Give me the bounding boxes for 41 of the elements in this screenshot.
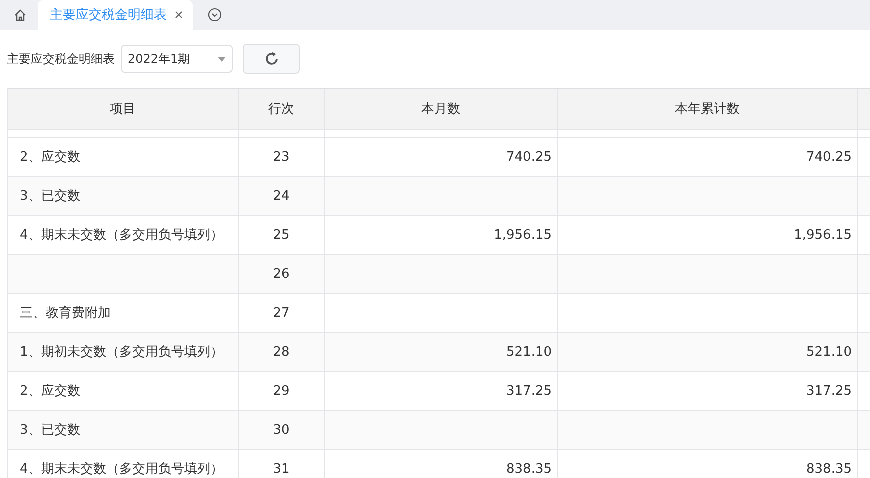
- period-select[interactable]: 2022年1期: [121, 45, 233, 73]
- table-cell: 31: [239, 450, 325, 478]
- column-header: 项目: [8, 89, 239, 129]
- column-header: 本年累计数: [558, 89, 858, 129]
- tab[interactable]: 主要应交税金明细表: [38, 0, 193, 30]
- table-cell: 317.25: [325, 372, 558, 410]
- table-cell: 740.25: [325, 138, 558, 176]
- tab-label[interactable]: 主要应交税金明细表: [50, 6, 167, 24]
- table-cell: 521.10: [558, 333, 858, 371]
- table-cell: 4、期末未交数（多交用负号填列）: [8, 450, 239, 478]
- table-cell: 1,956.15: [558, 216, 858, 254]
- home-icon: [14, 8, 26, 22]
- table-cell: 4、期末未交数（多交用负号填列）: [8, 216, 239, 254]
- table-cell: 3、已交数: [8, 411, 239, 449]
- table-cell: 三、教育费附加: [8, 294, 239, 332]
- table-cell: 3、已交数: [8, 177, 239, 215]
- dropdown-icon[interactable]: [208, 8, 222, 22]
- table-cell: 24: [239, 177, 325, 215]
- column-header: 行次: [239, 89, 325, 129]
- table-cell: 30: [239, 411, 325, 449]
- table-cell: 27: [239, 294, 325, 332]
- table-cell: 521.10: [325, 333, 558, 371]
- table-cell: 25: [239, 216, 325, 254]
- table-cell: 29: [239, 372, 325, 410]
- table-cell: 740.25: [558, 138, 858, 176]
- table-cell: 317.25: [558, 372, 858, 410]
- caret-icon: [218, 56, 226, 62]
- refresh-icon: [264, 51, 280, 67]
- table-cell: 2、应交数: [8, 138, 239, 176]
- table-cell: 2、应交数: [8, 372, 239, 410]
- table-cell: 1、期初未交数（多交用负号填列）: [8, 333, 239, 371]
- refresh-button[interactable]: [243, 44, 300, 74]
- report-label: 主要应交税金明细表: [7, 50, 115, 68]
- table-cell: 26: [239, 255, 325, 293]
- table-cell: 838.35: [325, 450, 558, 478]
- table-cell: 23: [239, 138, 325, 176]
- close-icon[interactable]: [175, 11, 183, 19]
- table-cell: 838.35: [558, 450, 858, 478]
- column-header: 本月数: [325, 89, 558, 129]
- table-cell: 1,956.15: [325, 216, 558, 254]
- table-cell: 28: [239, 333, 325, 371]
